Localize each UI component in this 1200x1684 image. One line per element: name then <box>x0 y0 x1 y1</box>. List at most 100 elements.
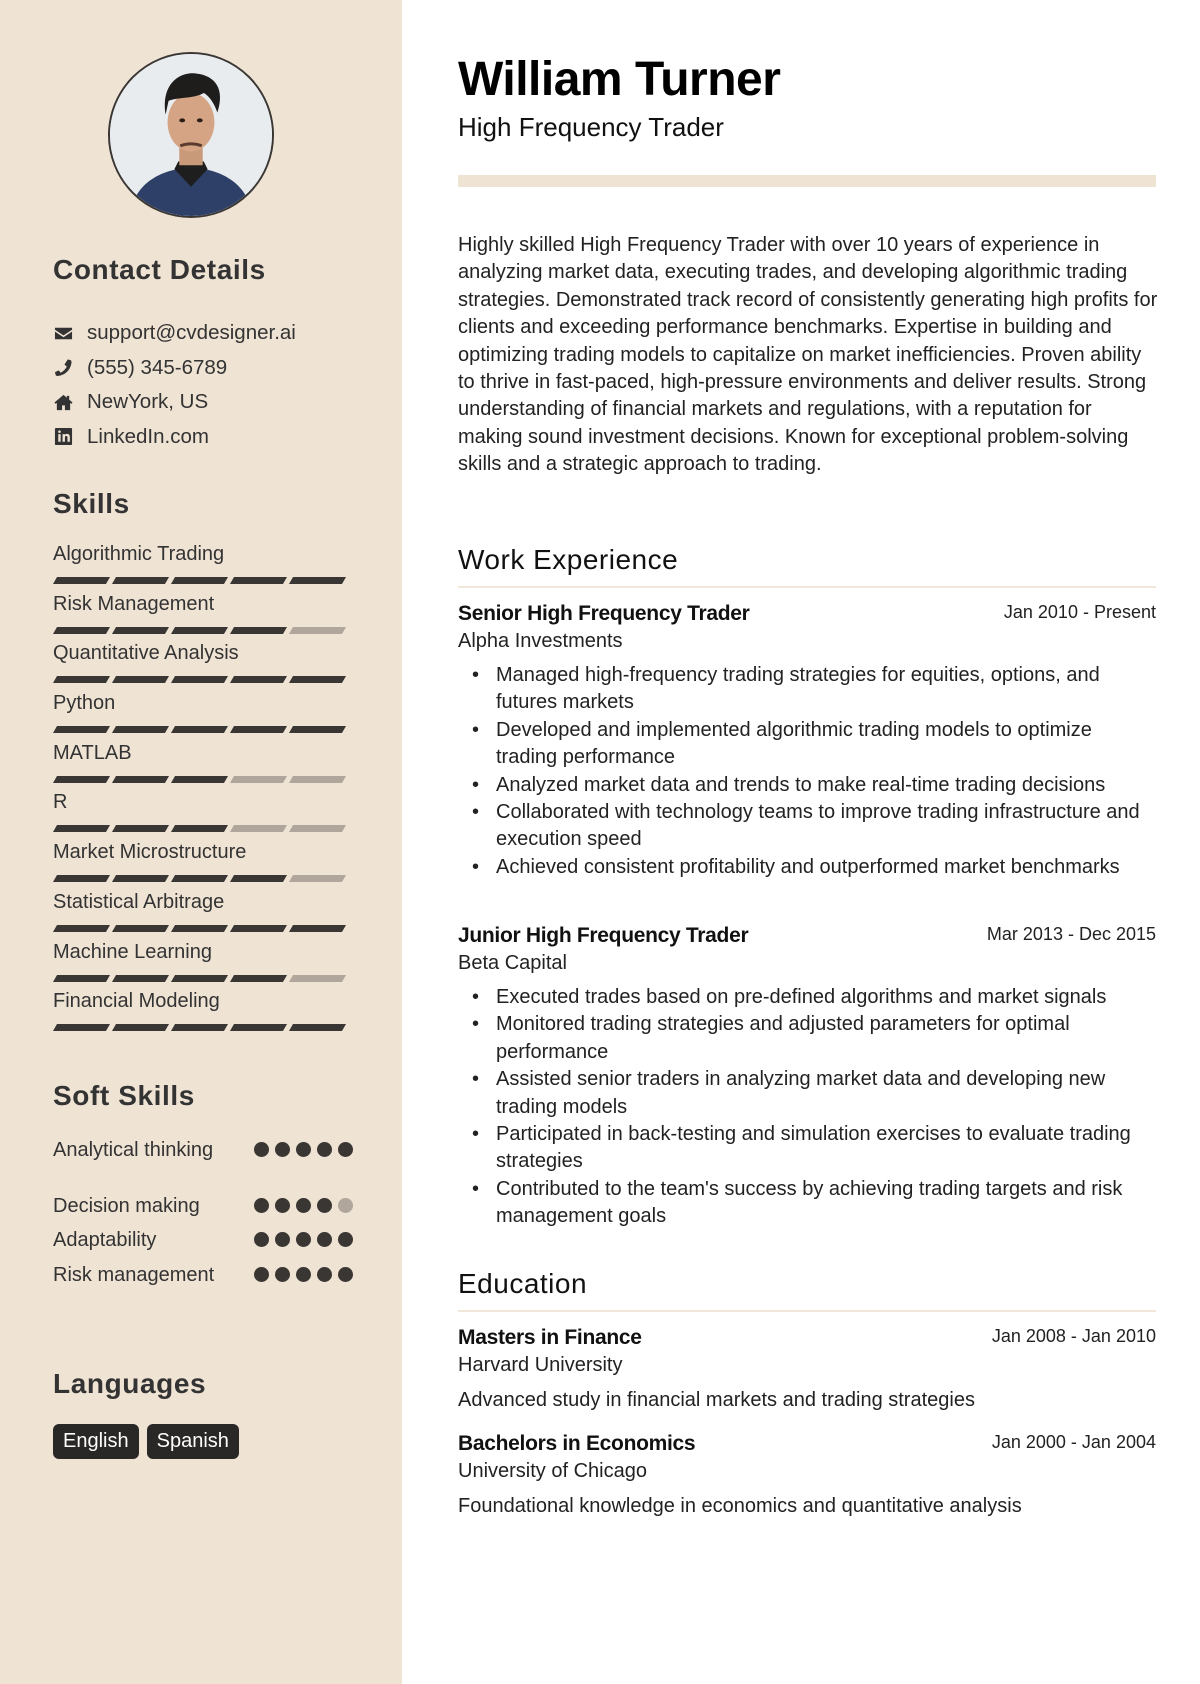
job-dates: Jan 2010 - Present <box>1003 602 1156 622</box>
skill-level-bar <box>52 825 347 833</box>
company-name: Beta Capital <box>458 952 567 974</box>
soft-skill-item: Analytical thinking <box>53 1136 353 1192</box>
soft-skill-item: Risk management <box>53 1261 353 1317</box>
education-description: Foundational knowledge in economics and … <box>458 1495 1022 1517</box>
skill-item: Machine Learning <box>52 940 353 990</box>
contact-list: support@cvdesigner.ai (555) 345-6789 New… <box>53 316 383 454</box>
skill-segment-filled <box>170 626 229 634</box>
rating-dot-filled <box>254 1232 269 1247</box>
rating-dot-filled <box>296 1267 311 1282</box>
skill-level-bar <box>52 626 347 634</box>
contact-email[interactable]: support@cvdesigner.ai <box>53 316 383 351</box>
soft-skill-item: Adaptability <box>53 1226 353 1261</box>
soft-skills-heading: Soft Skills <box>53 1080 195 1111</box>
skill-name: Financial Modeling <box>53 990 220 1013</box>
skill-name: Market Microstructure <box>53 841 247 864</box>
rating-dot-filled <box>338 1142 353 1157</box>
skill-segment-filled <box>170 875 229 883</box>
skill-segment-filled <box>52 1024 111 1032</box>
education-heading: Education <box>458 1268 1156 1312</box>
skill-name: Statistical Arbitrage <box>53 890 225 913</box>
skill-segment-filled <box>229 726 288 734</box>
skill-segment-filled <box>52 577 111 584</box>
rating-dot-filled <box>296 1198 311 1213</box>
rating-dot-filled <box>275 1198 290 1213</box>
work-experience-heading: Work Experience <box>458 544 1156 588</box>
skill-segment-filled <box>111 924 170 932</box>
main-content: William Turner High Frequency Trader Hig… <box>402 0 1200 1684</box>
skill-item: Algorithmic Trading <box>52 542 353 592</box>
skill-segment-filled <box>111 577 170 584</box>
skill-segment-filled <box>229 1024 288 1032</box>
phone-icon <box>53 358 73 378</box>
sidebar: Contact Details support@cvdesigner.ai (5… <box>0 0 402 1684</box>
responsibility-item: Analyzed market data and trends to make … <box>458 772 1156 800</box>
avatar <box>108 52 274 218</box>
skill-name: Algorithmic Trading <box>53 543 225 565</box>
skill-level-bar <box>52 726 347 734</box>
skill-item: Python <box>52 691 353 741</box>
skill-segment-filled <box>52 974 111 982</box>
summary: Highly skilled High Frequency Trader wit… <box>458 234 1158 476</box>
rating-dot-empty <box>338 1198 353 1213</box>
skill-segment-filled <box>229 626 288 634</box>
education-description: Advanced study in financial markets and … <box>458 1389 975 1411</box>
skill-segment-filled <box>170 974 229 982</box>
skill-segment-empty <box>288 825 347 833</box>
work-entry: Junior High Frequency Trader Mar 2013 - D… <box>458 922 1156 1231</box>
skill-segment-filled <box>170 1024 229 1032</box>
skill-segment-filled <box>52 775 111 783</box>
skill-item: Statistical Arbitrage <box>52 890 353 940</box>
skill-segment-filled <box>52 924 111 932</box>
skill-segment-empty <box>288 775 347 783</box>
skill-segment-filled <box>52 626 111 634</box>
education-dates: Jan 2000 - Jan 2004 <box>991 1432 1156 1452</box>
education-dates: Jan 2008 - Jan 2010 <box>991 1326 1156 1346</box>
responsibility-item: Monitored trading strategies and adjuste… <box>458 1011 1156 1066</box>
skill-item: Financial Modeling <box>52 989 353 1039</box>
language-badge: Spanish <box>146 1424 239 1459</box>
skill-segment-filled <box>288 924 347 932</box>
contact-phone-text: (555) 345-6789 <box>87 355 228 379</box>
responsibility-item: Collaborated with technology teams to im… <box>458 799 1156 854</box>
contact-location-text: NewYork, US <box>87 390 209 414</box>
skill-segment-filled <box>52 825 111 833</box>
skill-segment-filled <box>111 676 170 684</box>
skill-segment-filled <box>111 875 170 883</box>
skill-segment-filled <box>229 924 288 932</box>
contact-linkedin-text: LinkedIn.com <box>87 424 209 448</box>
soft-skill-name: Risk management <box>53 1264 215 1286</box>
skill-segment-filled <box>288 577 347 584</box>
skill-segment-filled <box>170 775 229 783</box>
skill-segment-filled <box>170 825 229 833</box>
skill-segment-filled <box>111 825 170 833</box>
rating-dot-filled <box>254 1198 269 1213</box>
skill-level-bar <box>52 577 347 584</box>
contact-phone[interactable]: (555) 345-6789 <box>53 351 383 386</box>
soft-skill-name: Analytical thinking <box>53 1139 214 1161</box>
skill-segment-filled <box>288 726 347 734</box>
soft-skills-list: Analytical thinking Decision making Adapta… <box>53 1136 353 1317</box>
responsibility-item: Contributed to the team's success by ach… <box>458 1176 1156 1231</box>
rating-dot-filled <box>317 1232 332 1247</box>
rating-dot-filled <box>338 1267 353 1282</box>
skill-segment-filled <box>170 577 229 584</box>
skill-name: Risk Management <box>53 592 215 615</box>
contact-linkedin[interactable]: LinkedIn.com <box>53 420 383 455</box>
education-entry: Masters in Finance Jan 2008 - Jan 2010 Har… <box>458 1324 1156 1414</box>
skill-level-bar <box>52 676 347 684</box>
candidate-name: William Turner <box>458 53 781 106</box>
skill-name: R <box>53 791 68 814</box>
skill-segment-filled <box>52 726 111 734</box>
work-entry: Senior High Frequency Trader Jan 2010 - P… <box>458 600 1156 882</box>
skill-level-bar <box>52 974 347 982</box>
soft-skill-rating <box>254 1267 353 1282</box>
responsibility-item: Managed high-frequency trading strategie… <box>458 662 1156 717</box>
responsibility-list: Executed trades based on pre-defined alg… <box>458 984 1156 1231</box>
skill-item: MATLAB <box>52 741 353 791</box>
rating-dot-filled <box>338 1232 353 1247</box>
job-title: High Frequency Trader <box>458 112 724 142</box>
skill-segment-filled <box>288 676 347 684</box>
rating-dot-filled <box>317 1198 332 1213</box>
skill-name: Python <box>53 692 116 715</box>
